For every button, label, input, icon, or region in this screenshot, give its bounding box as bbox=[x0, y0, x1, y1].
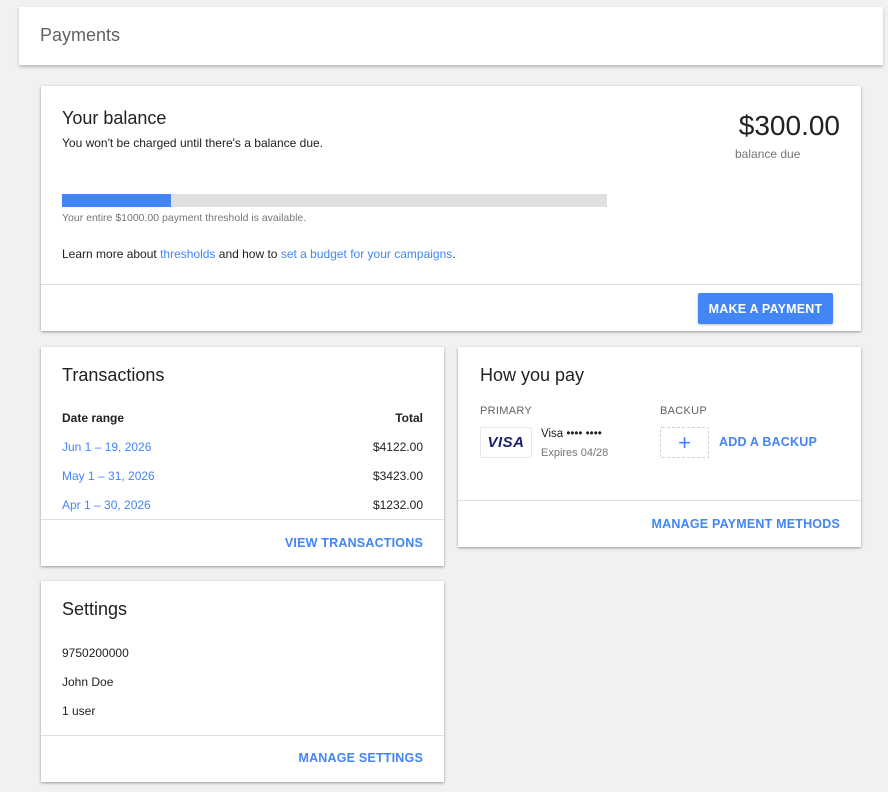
transactions-card: Transactions Date range Total Jun 1 – 19… bbox=[41, 347, 444, 566]
column-header-total: Total bbox=[395, 411, 423, 425]
settings-divider bbox=[41, 735, 444, 736]
add-backup-plus-icon[interactable]: + bbox=[660, 427, 709, 458]
transaction-range-link[interactable]: Apr 1 – 30, 2026 bbox=[62, 498, 151, 512]
primary-label: PRIMARY bbox=[480, 405, 533, 417]
transactions-header-row: Date range Total bbox=[62, 411, 423, 427]
transaction-range-link[interactable]: Jun 1 – 19, 2026 bbox=[62, 440, 151, 454]
thresholds-link[interactable]: thresholds bbox=[160, 247, 215, 261]
balance-subtitle: You won't be charged until there's a bal… bbox=[62, 136, 323, 150]
transaction-total: $4122.00 bbox=[372, 440, 423, 454]
backup-label: BACKUP bbox=[660, 405, 708, 417]
visa-card-icon: VISA bbox=[480, 427, 532, 458]
account-name: John Doe bbox=[62, 675, 114, 689]
balance-amount: $300.00 bbox=[738, 110, 840, 141]
how-you-pay-title: How you pay bbox=[480, 365, 585, 385]
account-id: 9750200000 bbox=[62, 646, 129, 660]
transactions-title: Transactions bbox=[62, 365, 165, 385]
view-transactions-button[interactable]: VIEW TRANSACTIONS bbox=[285, 536, 423, 550]
page-header: Payments bbox=[19, 7, 883, 65]
learn-suffix: . bbox=[452, 247, 456, 261]
how-you-pay-divider bbox=[458, 500, 861, 501]
learn-more-text: Learn more about thresholds and how to s… bbox=[62, 247, 456, 261]
balance-divider bbox=[41, 284, 861, 285]
transaction-range-link[interactable]: May 1 – 31, 2026 bbox=[62, 469, 155, 483]
how-you-pay-card: How you pay PRIMARY BACKUP VISA Visa •••… bbox=[458, 347, 861, 547]
balance-due-label: balance due bbox=[735, 147, 801, 161]
users-link[interactable]: 1 user bbox=[62, 704, 95, 718]
card-name: Visa •••• •••• bbox=[541, 428, 602, 440]
table-row: Jun 1 – 19, 2026 $4122.00 bbox=[62, 440, 423, 456]
threshold-progress-bar bbox=[62, 194, 607, 207]
budget-link[interactable]: set a budget for your campaigns bbox=[281, 247, 452, 261]
column-header-date-range: Date range bbox=[62, 411, 125, 425]
transaction-total: $1232.00 bbox=[372, 498, 423, 512]
table-row: May 1 – 31, 2026 $3423.00 bbox=[62, 469, 423, 485]
table-row: Apr 1 – 30, 2026 $1232.00 bbox=[62, 498, 423, 514]
make-payment-button[interactable]: MAKE A PAYMENT bbox=[698, 293, 833, 324]
page-title: Payments bbox=[40, 25, 121, 45]
transaction-total: $3423.00 bbox=[372, 469, 423, 483]
settings-card: Settings 9750200000 John Doe 1 user MANA… bbox=[41, 581, 444, 782]
learn-middle: and how to bbox=[215, 247, 281, 261]
threshold-note: Your entire $1000.00 payment threshold i… bbox=[62, 212, 307, 224]
transactions-divider bbox=[41, 519, 444, 520]
settings-title: Settings bbox=[62, 599, 128, 619]
balance-title: Your balance bbox=[62, 108, 167, 128]
manage-settings-button[interactable]: MANAGE SETTINGS bbox=[298, 751, 423, 765]
learn-prefix: Learn more about bbox=[62, 247, 161, 261]
manage-payment-methods-button[interactable]: MANAGE PAYMENT METHODS bbox=[652, 517, 840, 531]
balance-card: Your balance You won't be charged until … bbox=[41, 86, 861, 331]
threshold-progress-fill bbox=[62, 194, 171, 207]
add-backup-button[interactable]: ADD A BACKUP bbox=[719, 435, 817, 449]
card-expiry: Expires 04/28 bbox=[541, 447, 609, 459]
